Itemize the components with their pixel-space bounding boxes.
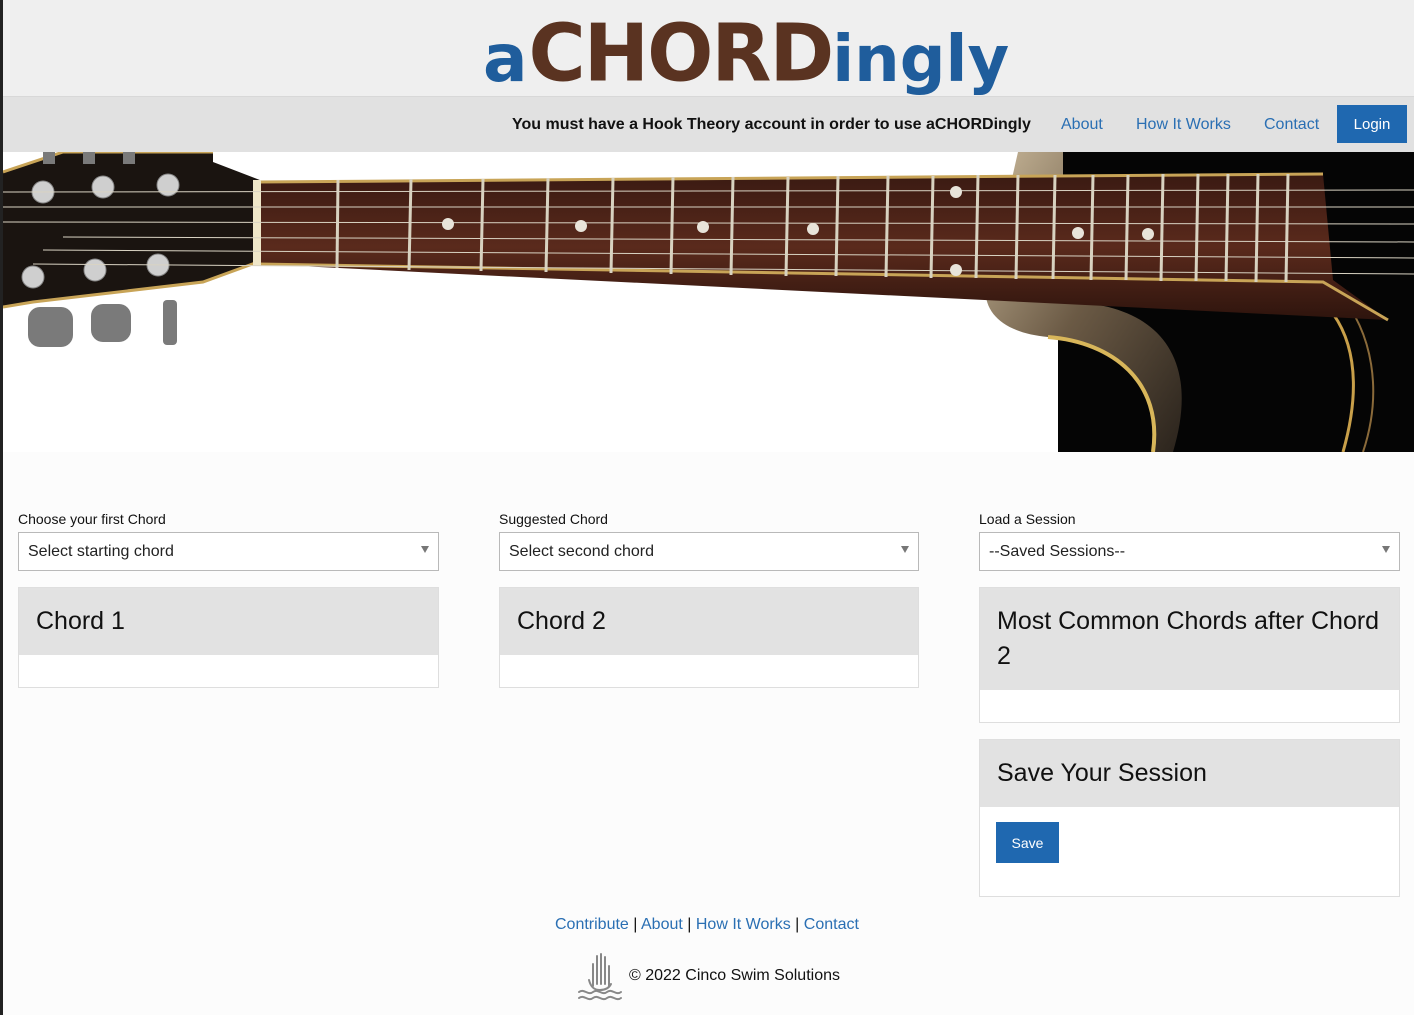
chevron-down-icon xyxy=(1382,546,1390,553)
chord1-panel-body xyxy=(19,655,438,687)
copyright-text: © 2022 Cinco Swim Solutions xyxy=(629,967,840,984)
save-button[interactable]: Save xyxy=(996,822,1059,863)
first-chord-select-value: Select starting chord xyxy=(28,543,174,560)
login-button[interactable]: Login xyxy=(1337,105,1407,143)
account-notice: You must have a Hook Theory account in o… xyxy=(512,116,1031,133)
logo-bar: a CHORD ingly xyxy=(3,0,1414,97)
load-session-select[interactable]: --Saved Sessions-- xyxy=(979,532,1400,571)
chevron-down-icon xyxy=(421,546,429,553)
nav-about-link[interactable]: About xyxy=(1061,116,1103,134)
hero-guitar-image xyxy=(3,152,1414,452)
chevron-down-icon xyxy=(901,546,909,553)
logo-part-chord: CHORD xyxy=(528,8,835,100)
nav-contact-link[interactable]: Contact xyxy=(1264,116,1319,134)
chord1-panel: Chord 1 xyxy=(18,587,439,688)
footer-how-it-works-link[interactable]: How It Works xyxy=(696,916,791,933)
chord2-panel: Chord 2 xyxy=(499,587,919,688)
footer-separator: | xyxy=(633,916,638,933)
footer-separator: | xyxy=(687,916,692,933)
suggested-chord-select-value: Select second chord xyxy=(509,543,654,560)
nav-how-it-works-link[interactable]: How It Works xyxy=(1136,116,1231,134)
footer-contribute-link[interactable]: Contribute xyxy=(555,916,629,933)
suggested-chord-label: Suggested Chord xyxy=(499,511,608,527)
logo-part-ingly: ingly xyxy=(832,23,1010,97)
footer-about-link[interactable]: About xyxy=(641,916,683,933)
common-chords-panel-title: Most Common Chords after Chord 2 xyxy=(980,588,1399,690)
chord2-panel-body xyxy=(500,655,918,687)
footer-links: Contribute | About | How It Works | Cont… xyxy=(555,916,859,934)
copyright: © 2022 Cinco Swim Solutions xyxy=(575,950,840,1002)
common-chords-panel-body xyxy=(980,690,1399,722)
footer-separator: | xyxy=(795,916,800,933)
save-session-panel-title: Save Your Session xyxy=(980,740,1399,807)
first-chord-select[interactable]: Select starting chord xyxy=(18,532,439,571)
chord2-panel-title: Chord 2 xyxy=(500,588,918,655)
first-chord-label: Choose your first Chord xyxy=(18,511,166,527)
save-session-panel: Save Your Session Save xyxy=(979,739,1400,897)
guitar-fretboard-image xyxy=(3,152,1414,452)
footer-contact-link[interactable]: Contact xyxy=(804,916,859,933)
suggested-chord-select[interactable]: Select second chord xyxy=(499,532,919,571)
logo-part-a: a xyxy=(483,20,529,97)
top-nav: You must have a Hook Theory account in o… xyxy=(3,97,1414,152)
load-session-label: Load a Session xyxy=(979,511,1076,527)
chord1-panel-title: Chord 1 xyxy=(19,588,438,655)
site-logo[interactable]: a CHORD ingly xyxy=(483,2,1010,100)
raised-hand-water-icon xyxy=(578,953,622,1001)
load-session-select-value: --Saved Sessions-- xyxy=(989,543,1126,560)
common-chords-panel: Most Common Chords after Chord 2 xyxy=(979,587,1400,723)
